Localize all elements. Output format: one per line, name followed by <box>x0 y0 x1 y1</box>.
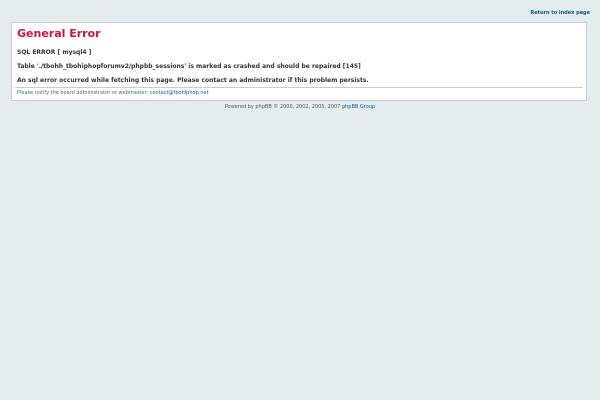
page-title: General Error <box>17 27 101 40</box>
notify-text: Please notify the board administrator or… <box>17 90 150 96</box>
footer: Powered by phpBB © 2000, 2002, 2005, 200… <box>0 104 600 111</box>
phpbb-group-link[interactable]: phpBB Group <box>342 104 375 110</box>
error-panel: General Error SQL ERROR [ mysql4 ] Table… <box>11 22 587 101</box>
powered-by-text: Powered by phpBB © 2000, 2002, 2005, 200… <box>224 104 342 110</box>
notify-admin-line: Please notify the board administrator or… <box>17 90 209 97</box>
table-crash-message: Table './tbohh_tbohiphopforumv2/phpbb_se… <box>17 63 361 70</box>
sql-error-line: SQL ERROR [ mysql4 ] <box>17 49 92 56</box>
divider <box>15 87 583 88</box>
admin-email-link[interactable]: contact@tbohiphop.net <box>150 90 209 96</box>
return-to-index-link[interactable]: Return to index page <box>530 10 590 16</box>
help-message: An sql error occurred while fetching thi… <box>17 77 369 84</box>
